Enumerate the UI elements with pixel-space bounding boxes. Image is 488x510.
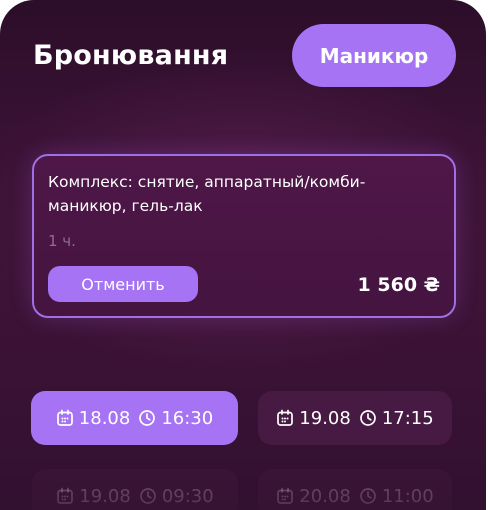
category-button[interactable]: Маникюр <box>292 24 456 87</box>
service-name: Комплекс: снятие, аппаратный/комби-маник… <box>48 173 366 215</box>
time-slot[interactable]: 18.08 16:30 <box>31 391 238 445</box>
time-slot[interactable]: 19.08 17:15 <box>258 391 452 445</box>
clock-icon <box>359 488 376 504</box>
time-slot[interactable]: 20.08 11:00 <box>258 469 452 510</box>
slot-time-text: 09:30 <box>161 485 214 507</box>
cancel-button[interactable]: Отменить <box>48 266 198 302</box>
slot-time: 11:00 <box>359 486 434 507</box>
booking-screen: Бронювання Маникюр Комплекс: снятие, апп… <box>0 0 486 510</box>
clock-icon <box>359 410 376 426</box>
calendar-icon <box>277 409 294 426</box>
slot-date: 19.08 <box>276 408 351 429</box>
page-title: Бронювання <box>33 40 229 71</box>
calendar-icon <box>56 409 73 426</box>
slot-time-text: 17:15 <box>381 407 434 429</box>
clock-icon <box>139 410 156 426</box>
slot-time: 09:30 <box>139 486 214 507</box>
slot-date-text: 18.08 <box>78 407 131 429</box>
calendar-icon <box>57 487 74 504</box>
slot-date-text: 19.08 <box>299 407 351 429</box>
slot-date: 19.08 <box>56 486 131 507</box>
slot-date: 20.08 <box>276 486 351 507</box>
booking-card: Комплекс: снятие, аппаратный/комби-маник… <box>32 154 456 318</box>
slot-date: 18.08 <box>56 407 131 429</box>
slot-time-text: 11:00 <box>381 485 434 507</box>
slot-date-text: 19.08 <box>79 485 131 507</box>
calendar-icon <box>277 487 294 504</box>
slot-date-text: 20.08 <box>299 485 351 507</box>
slot-time: 16:30 <box>138 408 213 429</box>
service-duration: 1 ч. <box>48 232 76 250</box>
slot-time: 17:15 <box>359 408 434 429</box>
slot-time-text: 16:30 <box>161 407 214 429</box>
time-slot[interactable]: 19.08 09:30 <box>32 469 238 510</box>
service-price: 1 560 ₴ <box>357 274 440 296</box>
clock-icon <box>139 488 156 504</box>
